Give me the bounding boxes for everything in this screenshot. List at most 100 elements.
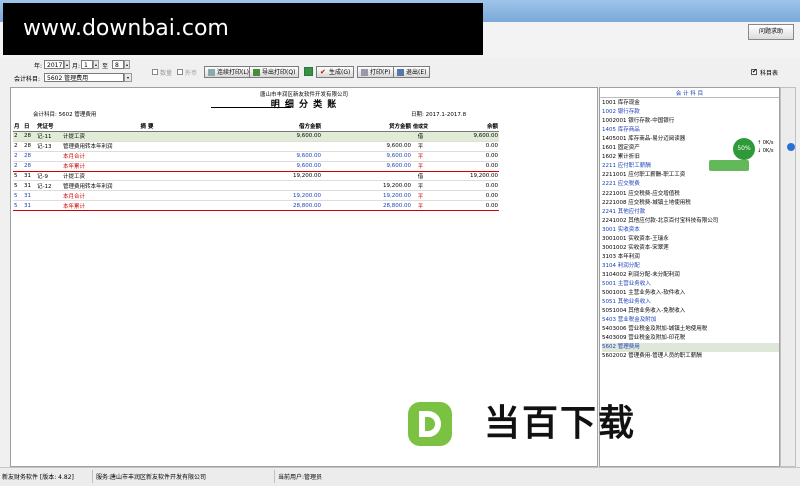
check-icon: ✔ xyxy=(320,68,326,76)
table-cell: 9,600.00 xyxy=(322,141,412,152)
exit-button[interactable]: 退出(E) xyxy=(393,66,431,78)
year-spinner[interactable]: ▴ xyxy=(64,60,70,69)
month-to-spinner[interactable]: ▴ xyxy=(124,60,130,69)
continuous-print-button[interactable]: 连续打印(L) xyxy=(204,66,254,78)
list-item[interactable]: 1002 银行存款 xyxy=(602,108,779,117)
list-item[interactable]: 5403 营业税金及附加 xyxy=(602,316,779,325)
table-row[interactable]: 2 28 本年累计 9,600.00 9,600.00 平 0.00 xyxy=(13,161,500,172)
table-cell: 2 xyxy=(13,151,23,162)
table-cell: 借 xyxy=(412,171,430,182)
list-item[interactable]: 2241 其他应付款 xyxy=(602,208,779,217)
generate-label: 生成(G) xyxy=(329,69,351,76)
list-item[interactable]: 3001 实收资本 xyxy=(602,226,779,235)
table-row[interactable]: 5 31 本月合计 19,200.00 19,200.00 平 0.00 xyxy=(13,190,500,202)
list-item[interactable]: 5403009 营业税金及附加-印花税 xyxy=(602,334,779,343)
table-cell: 平 xyxy=(412,161,430,172)
list-item[interactable]: 5001 主营业务收入 xyxy=(602,280,779,289)
qty-label: 数量 xyxy=(160,70,173,77)
table-row[interactable]: 2 28 记-13 管理费用转本年利润 9,600.00 平 0.00 xyxy=(13,141,500,152)
list-item[interactable]: 2221008 应交税费-城镇土地使用税 xyxy=(602,199,779,208)
list-item[interactable]: 5001001 主营业务收入-软件收入 xyxy=(602,289,779,298)
col-credit: 贷方金额 xyxy=(322,121,412,132)
table-cell: 管理费用转本年利润 xyxy=(62,141,232,152)
table-cell: 28 xyxy=(23,141,36,152)
table-cell: 9,600.00 xyxy=(232,151,322,162)
subject-table-label: 科目表 xyxy=(760,70,779,77)
table-row[interactable]: 2 28 记-11 计提工资 9,600.00 借 9,600.00 xyxy=(13,131,500,142)
ledger-table: 月 日 凭证号 摘 要 借方金额 贷方金额 借或贷 余额 2 28 记-11 计提工资… xyxy=(13,121,500,212)
list-item[interactable]: 5051004 其他业务收入-免税收入 xyxy=(602,307,779,316)
table-cell: 9,600.00 xyxy=(322,151,412,162)
table-cell: 19,200.00 xyxy=(232,171,322,182)
col-voucher: 凭证号 xyxy=(36,121,62,132)
table-cell: 0.00 xyxy=(429,151,500,162)
status-user: 当前用户:管理员 xyxy=(278,474,323,481)
list-item[interactable]: 3001002 实收资本-宋翠莲 xyxy=(602,244,779,253)
list-item[interactable]: 2221001 应交税费-应交增值税 xyxy=(602,190,779,199)
table-cell xyxy=(232,141,322,152)
subject-panel-divider xyxy=(600,97,779,98)
download-speed-value: 0K/s xyxy=(762,148,774,154)
print-button[interactable]: 打印(P) xyxy=(357,66,395,78)
list-item[interactable]: 3104 利润分配 xyxy=(602,262,779,271)
table-row[interactable]: 5 31 记-12 管理费用转本年利润 19,200.00 平 0.00 xyxy=(13,180,500,192)
list-item[interactable]: 3103 本年利润 xyxy=(602,253,779,262)
list-item[interactable]: 5602 管理费用 xyxy=(602,343,779,353)
table-row[interactable]: 5 31 记-9 计提工资 19,200.00 借 19,200.00 xyxy=(13,171,500,182)
list-item[interactable]: 5403006 营业税金及附加-城镇土地使用税 xyxy=(602,325,779,334)
table-cell: 28,800.00 xyxy=(232,200,322,212)
excel-icon[interactable] xyxy=(304,67,313,76)
export-icon xyxy=(253,69,260,76)
list-item[interactable]: 5051 其他业务收入 xyxy=(602,298,779,307)
table-cell: 本年累计 xyxy=(62,161,232,172)
table-cell: 平 xyxy=(412,151,430,162)
chevron-down-icon[interactable]: ▾ xyxy=(124,73,132,82)
account-select[interactable]: 5602 管理费用 xyxy=(44,73,124,82)
network-widget[interactable]: 50% ↑ 0K/s ↓ 0K/s xyxy=(709,138,795,174)
network-percent: 50% xyxy=(733,138,755,160)
brand-watermark: 当百下载 xyxy=(408,400,708,448)
foreign-checkbox[interactable] xyxy=(177,69,183,75)
year-input[interactable]: 2017 xyxy=(44,60,64,69)
account-label: 会计科目: xyxy=(14,76,41,83)
list-item[interactable]: 3104002 利润分配-未分配利润 xyxy=(602,271,779,280)
export-print-button[interactable]: 导出打印(Q) xyxy=(249,66,300,78)
export-print-label: 导出打印(Q) xyxy=(262,69,296,76)
table-cell: 28 xyxy=(23,151,36,162)
status-app: 新友财务软件 [版本: 4.82] xyxy=(2,474,74,481)
plus-icon[interactable] xyxy=(787,143,795,151)
table-cell: 本年累计 xyxy=(62,200,232,212)
ime-toolbar[interactable] xyxy=(709,160,749,171)
table-cell: 5 xyxy=(13,190,23,202)
list-item[interactable]: 5602002 管理费用-管理人员的职工薪酬 xyxy=(602,352,779,361)
print-label: 打印(P) xyxy=(370,69,391,76)
list-item[interactable]: 1001 库存现金 xyxy=(602,99,779,108)
exit-label: 退出(E) xyxy=(406,69,427,76)
list-item[interactable]: 1002001 银行存款-中国银行 xyxy=(602,117,779,126)
foreign-label: 外币 xyxy=(185,70,198,77)
help-button[interactable]: 问题求助 xyxy=(748,24,794,40)
month-to-input[interactable]: 8 xyxy=(112,60,124,69)
to-label: 至 xyxy=(102,63,109,70)
help-button-label: 问题求助 xyxy=(758,28,783,35)
report-date-range: 日期: 2017.1-2017.8 xyxy=(411,112,467,118)
month-from-spinner[interactable]: ▴ xyxy=(93,60,99,69)
month-from-input[interactable]: 1 xyxy=(81,60,93,69)
subject-table-checkbox[interactable]: ✔ xyxy=(751,68,757,75)
list-item[interactable]: 3001001 实收资本-王瑞永 xyxy=(602,235,779,244)
qty-checkbox[interactable] xyxy=(152,69,158,75)
watermark-banner: www.downbai.com xyxy=(3,3,483,55)
table-cell xyxy=(36,151,62,162)
table-row[interactable]: 2 28 本月合计 9,600.00 9,600.00 平 0.00 xyxy=(13,151,500,162)
table-cell: 0.00 xyxy=(429,161,500,172)
status-divider xyxy=(274,470,275,483)
list-item[interactable]: 2241002 其他应付款-北京百付宝科技有限公司 xyxy=(602,217,779,226)
col-day: 日 xyxy=(23,121,36,132)
generate-button[interactable]: ✔ 生成(G) xyxy=(316,66,355,78)
table-row[interactable]: 5 31 本年累计 28,800.00 28,800.00 平 0.00 xyxy=(13,200,500,212)
list-item[interactable]: 1405 库存商品 xyxy=(602,126,779,135)
table-cell: 19,200.00 xyxy=(322,190,412,202)
list-item[interactable]: 2221 应交税费 xyxy=(602,180,779,189)
table-cell: 5 xyxy=(13,171,23,182)
subject-panel-header: 会 计 科 目 xyxy=(675,91,704,97)
